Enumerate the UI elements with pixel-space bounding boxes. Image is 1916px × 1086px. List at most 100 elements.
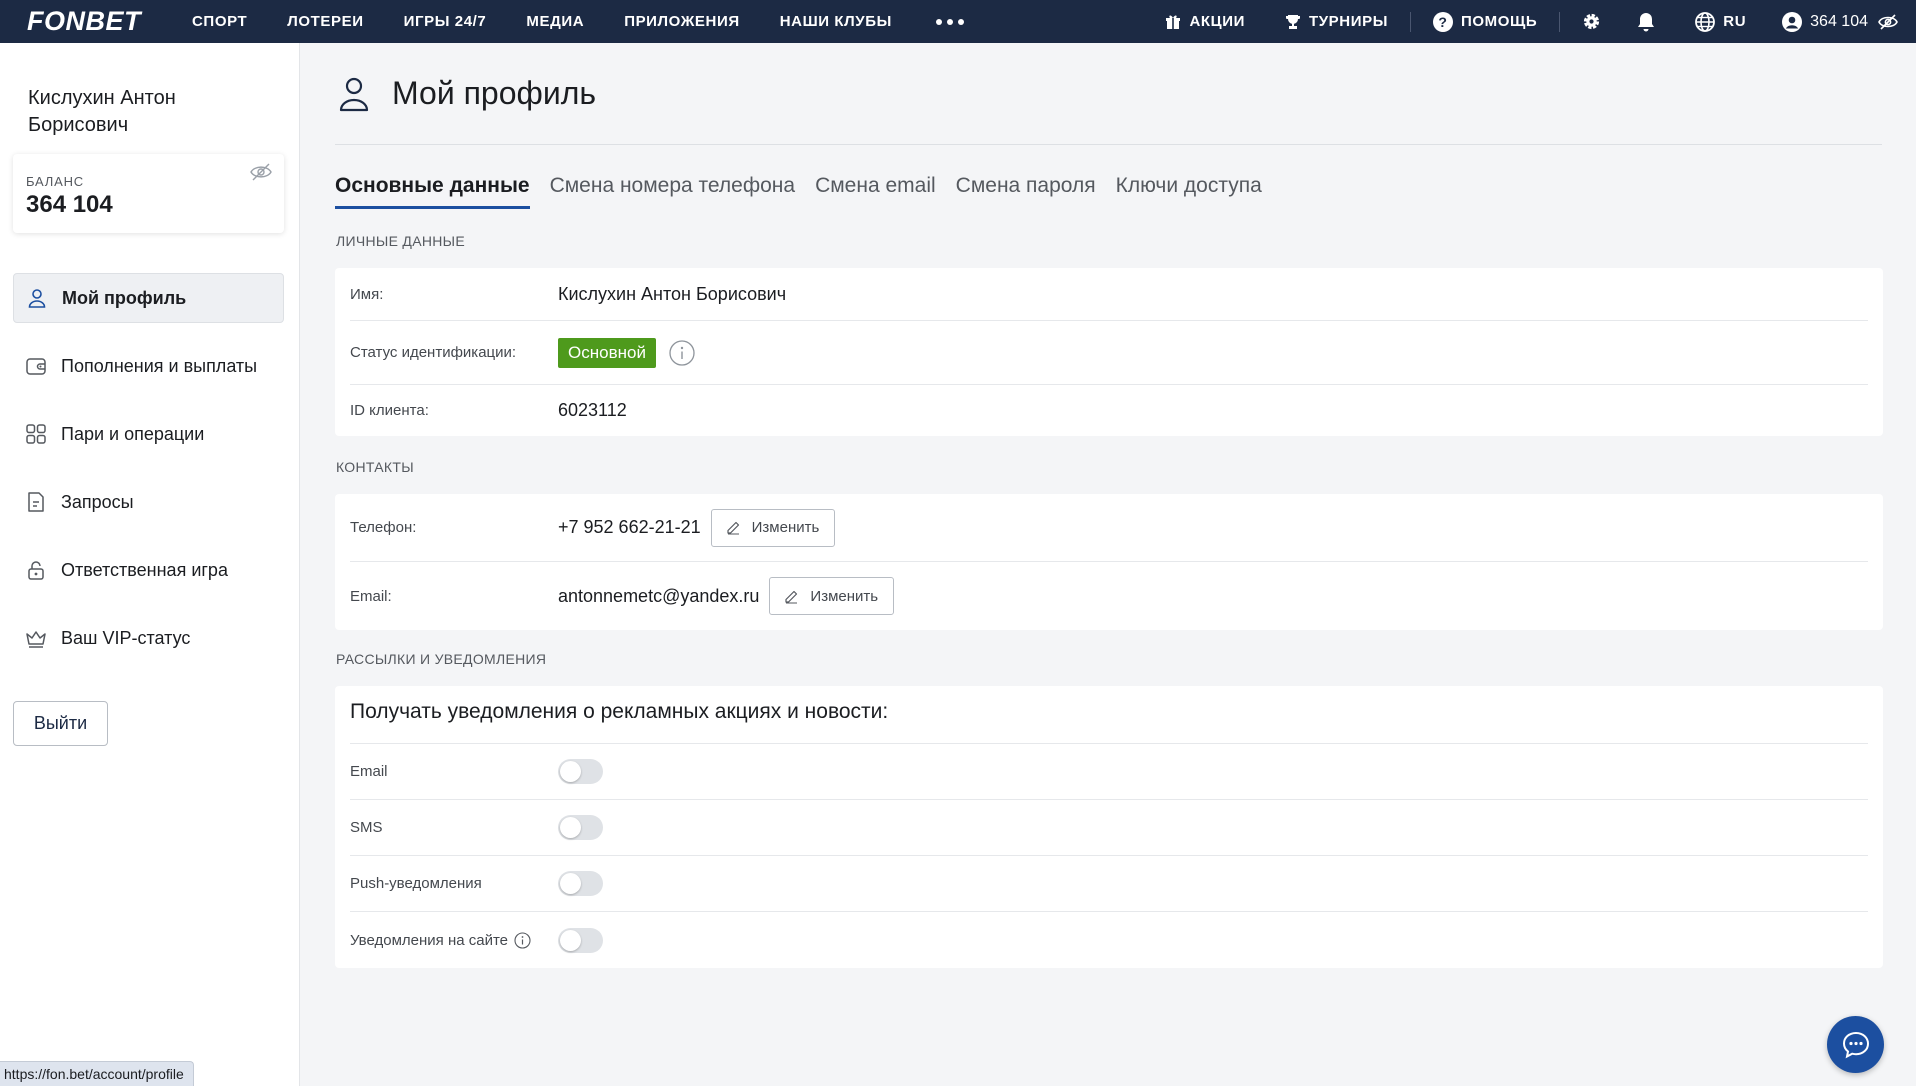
phone-label: Телефон: <box>350 519 417 536</box>
notification-push-row: Push-уведомления <box>350 856 1868 912</box>
main-nav-links: СПОРТ ЛОТЕРЕИ ИГРЫ 24/7 МЕДИА ПРИЛОЖЕНИЯ… <box>192 13 968 30</box>
menu-item-label: Ответственная игра <box>61 559 228 580</box>
nav-link-clubs[interactable]: НАШИ КЛУБЫ <box>780 13 892 30</box>
menu-item-responsible-gaming[interactable]: Ответственная игра <box>13 545 284 595</box>
notification-push-label: Push-уведомления <box>350 875 482 892</box>
fonbet-logo[interactable]: FONBET <box>27 6 174 37</box>
balance-card: БАЛАНС 364 104 <box>13 154 284 233</box>
personal-data-title: ЛИЧНЫЕ ДАННЫЕ <box>336 233 465 249</box>
page-header: Мой профиль <box>335 43 1882 145</box>
pencil-icon <box>727 521 739 535</box>
phone-row: Телефон: +7 952 662-21-21 Изменить <box>350 494 1868 562</box>
notification-site-label-group: Уведомления на сайте <box>350 932 558 949</box>
nav-link-apps[interactable]: ПРИЛОЖЕНИЯ <box>624 13 740 30</box>
edit-phone-button[interactable]: Изменить <box>710 508 836 547</box>
nav-promotions[interactable]: АКЦИИ <box>1165 13 1245 30</box>
page-title: Мой профиль <box>392 75 597 111</box>
language-label: RU <box>1723 13 1747 30</box>
profile-tabs: Основные данные Смена номера телефона См… <box>335 174 1282 209</box>
eye-off-icon <box>1878 13 1898 30</box>
globe-icon <box>1695 11 1716 32</box>
wallet-icon <box>26 358 46 375</box>
nav-link-lotteries[interactable]: ЛОТЕРЕИ <box>287 13 363 30</box>
notification-sms-toggle[interactable] <box>558 815 603 840</box>
notifications-button[interactable] <box>1637 12 1655 32</box>
identification-status-badge: Основной <box>558 337 656 368</box>
tab-access-keys[interactable]: Ключи доступа <box>1116 174 1262 209</box>
menu-item-vip-status[interactable]: Ваш VIP-статус <box>13 613 284 663</box>
status-bar-url: https://fon.bet/account/profile <box>0 1061 194 1086</box>
client-id-label: ID клиента: <box>350 402 429 419</box>
help-icon: ? <box>1433 11 1453 32</box>
phone-value: +7 952 662-21-21 <box>558 517 701 537</box>
notification-site-label: Уведомления на сайте <box>350 931 509 949</box>
identification-status-label: Статус идентификации: <box>350 344 517 361</box>
nav-link-media[interactable]: МЕДИА <box>526 13 584 30</box>
info-icon[interactable] <box>669 339 695 366</box>
menu-item-payments[interactable]: Пополнения и выплаты <box>13 341 284 391</box>
notification-sms-row: SMS <box>350 800 1868 856</box>
account-icon <box>1782 11 1803 32</box>
notification-site-toggle[interactable] <box>558 927 603 953</box>
account-balance-button[interactable]: 364 104 <box>1782 11 1868 32</box>
menu-item-label: Пари и операции <box>61 423 205 444</box>
edit-email-button[interactable]: Изменить <box>769 577 895 615</box>
menu-item-label: Пополнения и выплаты <box>61 355 258 376</box>
nav-link-games[interactable]: ИГРЫ 24/7 <box>404 13 487 30</box>
nav-help-label: ПОМОЩЬ <box>1461 13 1538 30</box>
notification-email-row: Email <box>350 744 1868 800</box>
gear-icon <box>1584 13 1600 30</box>
name-label: Имя: <box>350 285 384 303</box>
name-value: Кислухин Антон Борисович <box>558 283 787 304</box>
menu-item-label: Запросы <box>61 491 134 512</box>
eye-off-icon <box>250 163 272 181</box>
crown-icon <box>26 631 46 648</box>
hide-balance-button[interactable] <box>1878 13 1898 30</box>
nav-balance-value: 364 104 <box>1810 12 1868 30</box>
balance-label: БАЛАНС <box>26 174 84 189</box>
support-chat-button[interactable] <box>1827 1016 1884 1073</box>
logout-button[interactable]: Выйти <box>13 701 108 746</box>
nav-help[interactable]: ? ПОМОЩЬ <box>1433 11 1538 32</box>
notification-email-toggle[interactable] <box>558 759 603 784</box>
notifications-title: РАССЫЛКИ И УВЕДОМЛЕНИЯ <box>336 651 547 667</box>
user-icon <box>28 289 46 308</box>
notifications-card: Получать уведомления о рекламных акциях … <box>335 686 1883 968</box>
notifications-heading-divider <box>350 686 1868 744</box>
tab-change-email[interactable]: Смена email <box>815 174 936 209</box>
settings-button[interactable] <box>1582 12 1601 31</box>
hide-balance-toggle[interactable] <box>250 163 272 186</box>
info-icon[interactable] <box>514 931 531 949</box>
menu-item-label: Ваш VIP-статус <box>61 627 191 648</box>
client-id-value: 6023112 <box>558 400 627 420</box>
nav-promotions-label: АКЦИИ <box>1189 13 1245 30</box>
tab-change-phone[interactable]: Смена номера телефона <box>550 174 796 209</box>
nav-right-group: АКЦИИ ТУРНИРЫ ? ПОМОЩЬ RU 364 104 <box>1165 11 1916 32</box>
identification-status-row: Статус идентификации: Основной <box>350 321 1868 385</box>
email-value: antonnemetc@yandex.ru <box>558 585 760 606</box>
nav-tournaments-label: ТУРНИРЫ <box>1308 13 1388 30</box>
nav-tournaments[interactable]: ТУРНИРЫ <box>1285 13 1388 30</box>
menu-item-profile[interactable]: Мой профиль <box>13 273 284 323</box>
notification-site-row: Уведомления на сайте <box>350 912 1868 968</box>
grid-icon <box>26 424 46 444</box>
notification-push-toggle[interactable] <box>558 871 603 896</box>
nav-link-sport[interactable]: СПОРТ <box>192 13 247 30</box>
pencil-icon <box>785 590 798 603</box>
tab-basic-data[interactable]: Основные данные <box>335 174 530 209</box>
name-row: Имя: Кислухин Антон Борисович <box>350 268 1868 321</box>
email-label: Email: <box>350 587 392 605</box>
document-icon <box>28 492 44 512</box>
chat-icon <box>1842 1031 1869 1058</box>
sidebar: Кислухин Антон Борисович БАЛАНС 364 104 … <box>0 43 300 1086</box>
trophy-icon <box>1285 14 1300 29</box>
gift-icon <box>1166 15 1181 29</box>
more-menu-icon[interactable] <box>932 18 968 25</box>
menu-item-bets[interactable]: Пари и операции <box>13 409 284 459</box>
tab-change-password[interactable]: Смена пароля <box>956 174 1096 209</box>
balance-value: 364 104 <box>26 191 113 218</box>
language-selector[interactable]: RU <box>1695 11 1747 32</box>
menu-item-requests[interactable]: Запросы <box>13 477 284 527</box>
svg-text:?: ? <box>1438 14 1447 30</box>
account-menu: Мой профиль Пополнения и выплаты Пари и … <box>13 273 284 681</box>
